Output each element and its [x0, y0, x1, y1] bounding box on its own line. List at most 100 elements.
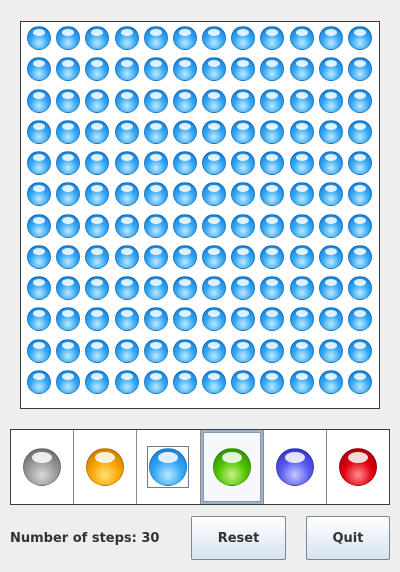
board-cell-blue — [347, 182, 372, 207]
board-cell-blue — [318, 26, 343, 50]
board-cell-blue — [318, 88, 343, 113]
board-cell-blue — [27, 213, 51, 238]
color-button-gray[interactable] — [11, 430, 75, 504]
board-cell-blue — [347, 26, 372, 50]
board-cell-blue — [85, 244, 110, 269]
board-cell-blue — [143, 151, 168, 175]
board-cell-blue — [27, 26, 51, 50]
board-cell-blue — [114, 244, 139, 269]
board-cell-blue — [27, 369, 51, 394]
board-cell-blue — [347, 88, 372, 113]
board-cell-blue — [202, 119, 227, 144]
color-button-orange[interactable] — [74, 430, 138, 504]
board-cell-blue — [202, 213, 227, 238]
red-ball-icon — [338, 448, 377, 486]
board-cell-blue — [202, 26, 227, 50]
board-cell-blue — [231, 244, 256, 269]
board-cell-blue — [172, 307, 197, 332]
board-cell-blue — [27, 57, 51, 82]
reset-button[interactable]: Reset — [191, 516, 286, 560]
purple-ball-icon — [275, 448, 314, 486]
board-cell-blue — [114, 119, 139, 144]
board-cell-blue — [347, 57, 372, 82]
board-cell-blue — [85, 276, 110, 300]
board-cell-blue — [27, 151, 51, 175]
board-cell-blue — [172, 369, 197, 394]
color-button-blue[interactable] — [137, 430, 201, 504]
board-cell-blue — [143, 244, 168, 269]
board-cell-blue — [172, 276, 197, 300]
board-cell-blue — [260, 26, 285, 50]
board-cell-blue — [56, 151, 81, 175]
steps-counter: Number of steps: 30 — [10, 531, 160, 546]
board-cell-blue — [318, 119, 343, 144]
board-cell-blue — [231, 151, 256, 175]
board-cell-blue — [202, 244, 227, 269]
board-cell-blue — [231, 213, 256, 238]
board-cell-blue — [85, 119, 110, 144]
board-cell-blue — [289, 151, 314, 175]
board-cell-blue — [85, 57, 110, 82]
board-cell-blue — [347, 276, 372, 300]
board-cell-blue — [347, 369, 372, 394]
board-cell-blue — [318, 182, 343, 207]
board-cell-blue — [260, 338, 285, 363]
board-cell-blue — [172, 244, 197, 269]
board-cell-blue — [318, 151, 343, 175]
board-cell-blue — [85, 213, 110, 238]
board-cell-blue — [172, 119, 197, 144]
board-cell-blue — [202, 369, 227, 394]
quit-button[interactable]: Quit — [306, 516, 390, 560]
color-button-green[interactable] — [200, 430, 264, 504]
board-cell-blue — [27, 244, 51, 269]
board-cell-blue — [318, 307, 343, 332]
board-cell-blue — [347, 307, 372, 332]
board-cell-blue — [56, 369, 81, 394]
board-cell-blue — [114, 338, 139, 363]
board-cell-blue — [114, 213, 139, 238]
board-cell-blue — [85, 88, 110, 113]
board-cell-blue — [231, 119, 256, 144]
board-cell-blue — [85, 26, 110, 50]
board-cell-blue — [85, 182, 110, 207]
board-cell-blue — [56, 213, 81, 238]
board-cell-blue — [231, 88, 256, 113]
board-cell-blue — [260, 369, 285, 394]
board-cell-blue — [143, 88, 168, 113]
board-cell-blue — [27, 119, 51, 144]
board-cell-blue — [27, 307, 51, 332]
board-cell-blue — [289, 182, 314, 207]
board-cell-blue — [143, 276, 168, 300]
board-cell-blue — [85, 151, 110, 175]
board-cell-blue — [231, 182, 256, 207]
board-cell-blue — [172, 26, 197, 50]
board-cell-blue — [27, 88, 51, 113]
board-cell-blue — [260, 88, 285, 113]
board-cell-blue — [289, 338, 314, 363]
board-cell-blue — [289, 57, 314, 82]
board-cell-blue — [172, 338, 197, 363]
board-cell-blue — [347, 213, 372, 238]
board-cell-blue — [143, 369, 168, 394]
board-cell-blue — [347, 151, 372, 175]
board-cell-blue — [318, 338, 343, 363]
board-cell-blue — [114, 88, 139, 113]
board-cell-blue — [260, 307, 285, 332]
color-button-red[interactable] — [326, 430, 390, 504]
color-button-purple[interactable] — [263, 430, 327, 504]
board-cell-blue — [202, 88, 227, 113]
board-cell-blue — [143, 182, 168, 207]
board-cell-blue — [56, 276, 81, 300]
board-cell-blue — [27, 338, 51, 363]
board-cell-blue — [172, 151, 197, 175]
board-cell-blue — [56, 307, 81, 332]
board-cell-blue — [260, 276, 285, 300]
board-cell-blue — [56, 244, 81, 269]
color-palette — [10, 429, 390, 505]
board-cell-blue — [27, 276, 51, 300]
board-cell-blue — [231, 338, 256, 363]
board-cell-blue — [318, 57, 343, 82]
board-cell-blue — [231, 369, 256, 394]
game-board[interactable] — [20, 21, 380, 409]
board-cell-blue — [172, 213, 197, 238]
